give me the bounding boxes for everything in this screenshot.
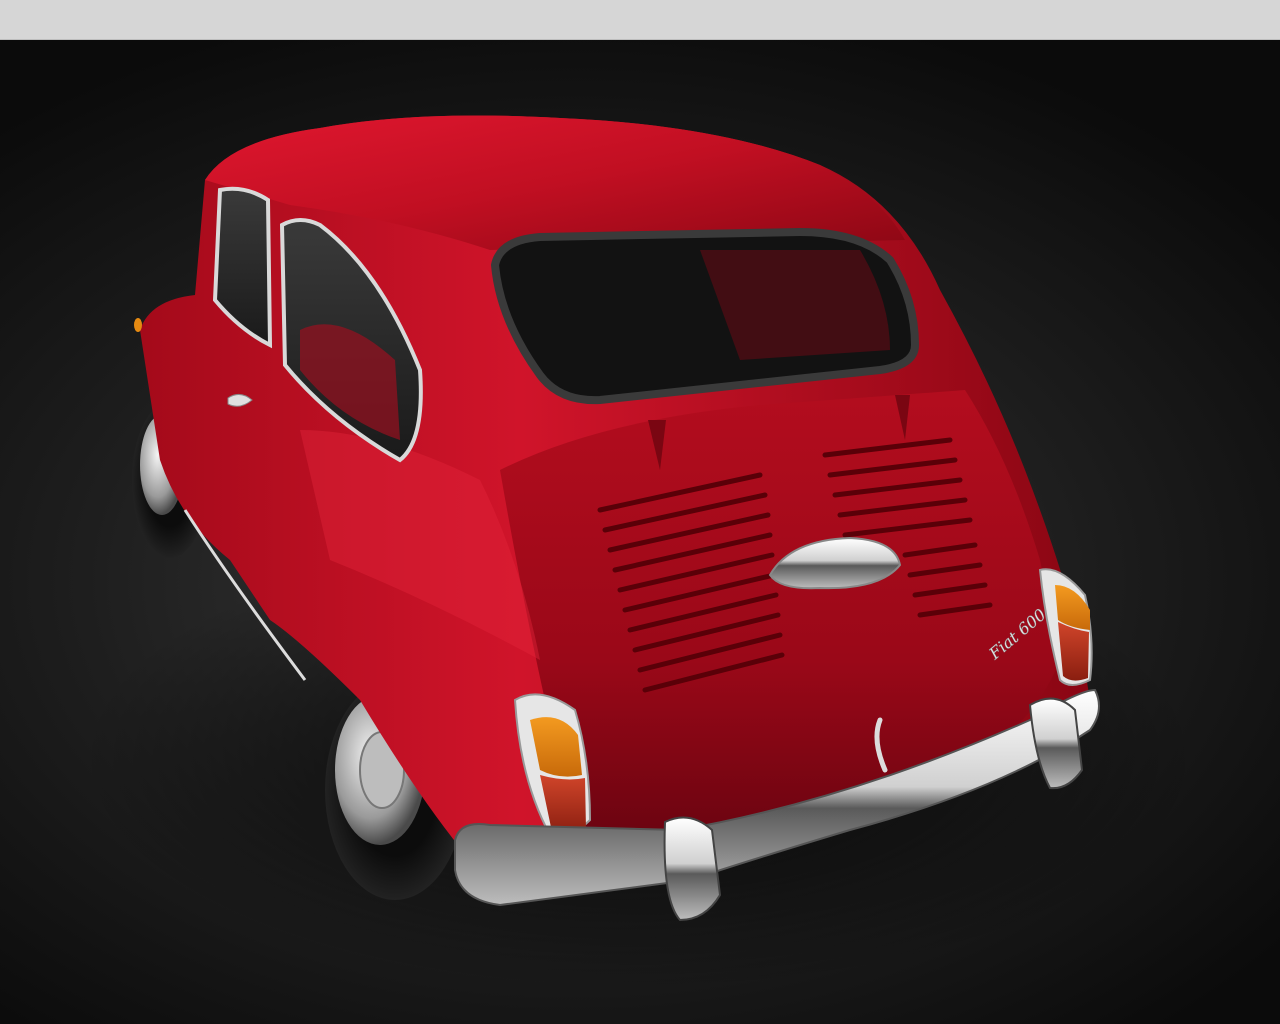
car-render: Fiat 600 (80, 115, 1200, 990)
title-bar (0, 0, 1280, 40)
render-viewport: Fiat 600 (0, 40, 1280, 1024)
bumper-guard-left (663, 816, 722, 922)
render-window: Fiat 600 (0, 0, 1280, 1024)
side-indicator (134, 318, 142, 332)
